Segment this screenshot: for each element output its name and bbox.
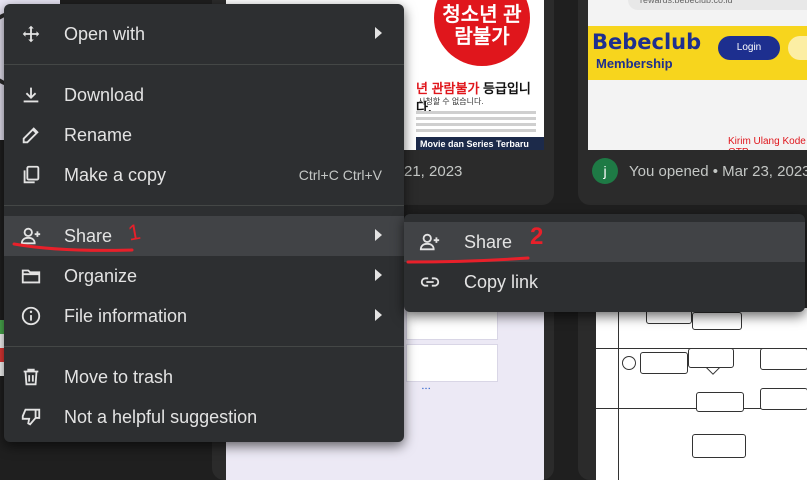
keyboard-shortcut: Ctrl+C Ctrl+V — [298, 167, 382, 183]
menu-item-rename[interactable]: Rename — [4, 115, 404, 155]
chevron-right-icon — [375, 309, 382, 321]
submenu-item-label: Share — [464, 231, 513, 252]
menu-item-label: Download — [64, 84, 145, 105]
menu-item-move-to-trash[interactable]: Move to trash — [4, 357, 404, 397]
share-submenu: Share Copy link — [404, 214, 805, 312]
bebeclub-logo: Bebeclub — [592, 30, 702, 54]
menu-item-make-a-copy[interactable]: Make a copy Ctrl+C Ctrl+V — [4, 155, 404, 195]
move-icon — [20, 23, 42, 45]
menu-item-label: Make a copy — [64, 164, 167, 185]
submenu-item-copy-link[interactable]: Copy link — [404, 262, 805, 302]
fine-print — [416, 108, 536, 135]
menu-item-label: Organize — [64, 265, 138, 286]
url-bar: rewards.bebeclub.co.id — [628, 0, 807, 10]
menu-item-share[interactable]: Share — [4, 216, 404, 256]
menu-divider — [4, 205, 404, 206]
thumbs-down-icon — [20, 406, 42, 428]
process-box — [696, 392, 744, 412]
process-box — [692, 312, 742, 330]
file-thumbnail — [596, 308, 807, 480]
form-box — [406, 344, 498, 382]
folder-icon — [20, 265, 42, 287]
rating-subline: 시청할 수 없습니다. — [418, 97, 484, 106]
link-icon — [419, 271, 441, 293]
file-card-bebeclub[interactable]: rewards.bebeclub.co.id Bebeclub Membersh… — [578, 0, 807, 205]
menu-item-not-helpful[interactable]: Not a helpful suggestion — [4, 397, 404, 437]
menu-item-file-information[interactable]: File information — [4, 296, 404, 336]
rating-badge: 청소년 관람불가 — [434, 0, 530, 66]
file-thumbnail: rewards.bebeclub.co.id Bebeclub Membersh… — [588, 0, 807, 150]
pencil-icon — [20, 124, 42, 146]
chevron-right-icon — [375, 27, 382, 39]
owner-avatar: j — [592, 158, 618, 184]
menu-item-label: Share — [64, 225, 113, 246]
trash-icon — [20, 366, 42, 388]
process-box — [692, 434, 746, 458]
form-links: ▪ ▪ ▪ — [422, 386, 431, 392]
person-add-icon — [419, 231, 441, 253]
swimlane — [596, 308, 619, 480]
file-activity: You opened • Mar 23, 2023 — [629, 163, 807, 180]
submenu-item-share[interactable]: Share — [404, 222, 805, 262]
submenu-item-label: Copy link — [464, 271, 539, 292]
chevron-right-icon — [375, 269, 382, 281]
menu-divider — [4, 64, 404, 65]
chevron-right-icon — [375, 229, 382, 241]
pill-shape — [788, 36, 807, 60]
process-box — [760, 388, 807, 410]
download-icon — [20, 84, 42, 106]
menu-item-open-with[interactable]: Open with — [4, 14, 404, 54]
menu-item-label: Not a helpful suggestion — [64, 406, 258, 427]
menu-item-label: Open with — [64, 23, 146, 44]
menu-item-organize[interactable]: Organize — [4, 256, 404, 296]
process-box — [640, 352, 688, 374]
copy-icon — [20, 164, 42, 186]
movie-banner: Movie dan Series Terbaru — [416, 137, 544, 150]
login-button-image: Login — [718, 36, 780, 60]
menu-item-label: Rename — [64, 124, 133, 145]
menu-item-label: Move to trash — [64, 366, 174, 387]
file-card-diagram[interactable] — [578, 290, 807, 480]
info-icon — [20, 305, 42, 327]
menu-item-download[interactable]: Download — [4, 75, 404, 115]
file-date: 21, 2023 — [404, 163, 463, 180]
person-add-icon — [20, 225, 42, 247]
bebeclub-membership: Membership — [596, 56, 673, 71]
start-event — [622, 356, 636, 370]
process-box — [688, 348, 734, 368]
menu-item-label: File information — [64, 305, 188, 326]
process-box — [760, 348, 807, 370]
bebeclub-banner: Bebeclub Membership Login — [588, 26, 807, 80]
context-menu: Open with Download Rename Make a copy Ct… — [4, 4, 404, 442]
menu-divider — [4, 346, 404, 347]
resend-otp-text: Kirim Ulang Kode OTP — [728, 136, 806, 150]
